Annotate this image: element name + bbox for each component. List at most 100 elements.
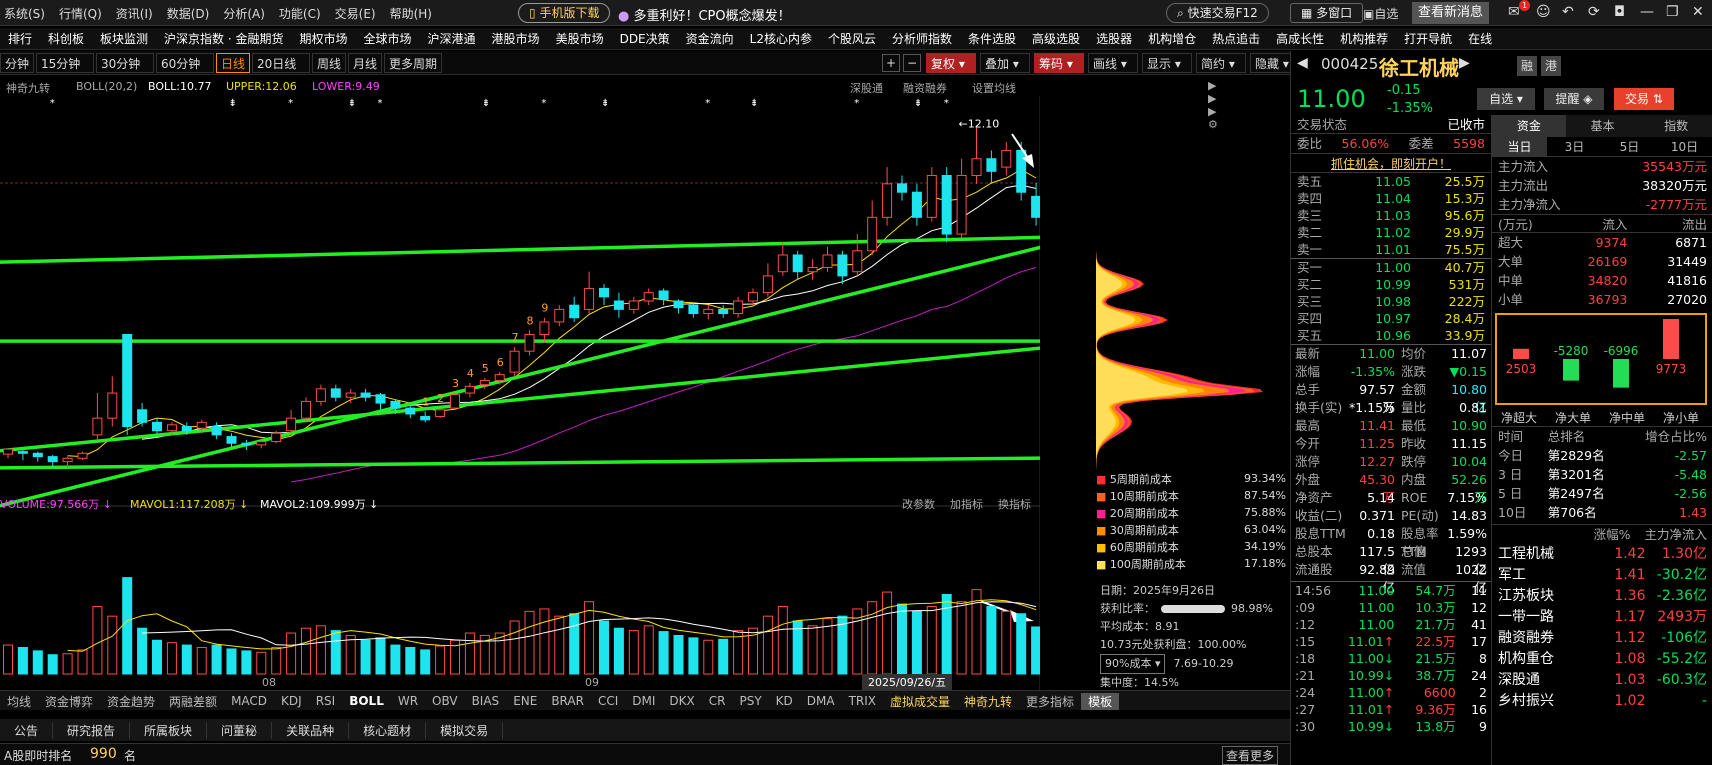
info-tab-5[interactable]: 核心题材 — [349, 721, 427, 739]
play-icon[interactable]: ▶ ▶ ▶ ⚙ — [1208, 79, 1218, 131]
menu-item-2[interactable]: 资讯(I) — [116, 5, 153, 22]
indicator-tab-20[interactable]: TRIX — [842, 694, 883, 708]
nav-item-10[interactable]: 资金流向 — [678, 28, 742, 50]
minimize-icon[interactable]: — — [1640, 4, 1654, 20]
period-tab-2[interactable]: 30分钟 — [96, 53, 154, 73]
sector-row[interactable]: 江苏板块 1.36 -2.36亿 — [1492, 586, 1712, 607]
buy-level[interactable]: 买五 10.96 33.9万 — [1291, 327, 1491, 344]
trend-line-3[interactable] — [0, 230, 1040, 519]
sector-row[interactable]: 工程机械 1.42 1.30亿 — [1492, 544, 1712, 565]
sector-row[interactable]: 军工 1.41 -30.2亿 — [1492, 565, 1712, 586]
next-icon[interactable]: ▶ — [1459, 55, 1470, 71]
indicator-tab-2[interactable]: 资金趋势 — [100, 693, 162, 710]
chart-tool-5[interactable]: 简约 ▾ — [1196, 53, 1246, 73]
fund-subtab-1[interactable]: 3日 — [1547, 137, 1602, 157]
link-sz-connect[interactable]: 深股通 — [850, 80, 883, 96]
buy-level[interactable]: 买四 10.97 28.4万 — [1291, 310, 1491, 327]
nav-item-17[interactable]: 机构增仓 — [1140, 28, 1204, 50]
indicator-tab-6[interactable]: RSI — [309, 694, 343, 708]
refresh-icon[interactable]: ⟳ — [1588, 4, 1600, 20]
period-tab-0[interactable]: 分钟 — [0, 53, 34, 73]
fund-tab-1[interactable]: 基本 — [1566, 115, 1640, 137]
indicator-tab-19[interactable]: DMA — [800, 694, 842, 708]
period-tab-5[interactable]: 20日线 — [252, 53, 310, 73]
nav-item-21[interactable]: 打开导航 — [1396, 28, 1460, 50]
indicator-tab-12[interactable]: BRAR — [544, 694, 591, 708]
sector-row[interactable]: 融资融券 1.12 -106亿 — [1492, 628, 1712, 649]
nav-item-3[interactable]: 沪深京指数 · 金融期货 — [156, 28, 291, 50]
sector-row[interactable]: 深股通 1.03 -60.3亿 — [1492, 670, 1712, 691]
info-tab-6[interactable]: 模拟交易 — [426, 721, 504, 739]
indicator-tab-9[interactable]: OBV — [425, 694, 465, 708]
fund-tab-2[interactable]: 指数 — [1639, 115, 1712, 137]
nav-item-12[interactable]: 个股风云 — [820, 28, 884, 50]
indicator-tab-21[interactable]: 虚拟成交量 — [883, 693, 957, 710]
menu-item-4[interactable]: 分析(A) — [223, 5, 265, 22]
nav-item-5[interactable]: 全球市场 — [356, 28, 420, 50]
sector-row[interactable]: 机构重仓 1.08 -55.2亿 — [1492, 649, 1712, 670]
indicator-tab-4[interactable]: MACD — [224, 694, 274, 708]
indicator-tab-5[interactable]: KDJ — [274, 694, 309, 708]
menu-item-0[interactable]: 系统(S) — [4, 5, 45, 22]
nav-item-15[interactable]: 高级选股 — [1024, 28, 1088, 50]
indicator-tab-3[interactable]: 两融差额 — [162, 693, 224, 710]
indicator-tab-10[interactable]: BIAS — [465, 694, 507, 708]
indicator-tab-11[interactable]: ENE — [506, 694, 544, 708]
indicator-tab-16[interactable]: CR — [702, 694, 733, 708]
open-account-link[interactable]: 抓住机会，即刻开户！ — [1291, 153, 1491, 173]
link-ma-setting[interactable]: 设置均线 — [972, 80, 1016, 96]
indicator-tab-0[interactable]: 均线 — [0, 693, 38, 710]
indicator-tab-15[interactable]: DKX — [662, 694, 701, 708]
restore-icon[interactable]: ❐ — [1666, 4, 1679, 20]
buy-level[interactable]: 买二 10.99 531万 — [1291, 276, 1491, 293]
sell-level[interactable]: 卖三 11.03 95.6万 — [1291, 207, 1491, 224]
add-watchlist-button[interactable]: 自选 ▾ — [1477, 88, 1535, 110]
add-icon[interactable]: + — [882, 54, 900, 72]
nav-item-11[interactable]: L2核心内参 — [742, 28, 820, 50]
menu-item-3[interactable]: 数据(D) — [167, 5, 210, 22]
period-tab-1[interactable]: 15分钟 — [36, 53, 94, 73]
period-tab-4[interactable]: 日线 — [216, 53, 250, 73]
mail-icon[interactable]: ✉ — [1508, 4, 1520, 20]
nav-item-7[interactable]: 港股市场 — [484, 28, 548, 50]
promo-banner[interactable]: ● 多重利好！CPO概念爆发！ — [618, 5, 791, 24]
trade-button[interactable]: 交易 ⇅ — [1614, 88, 1674, 110]
nav-item-6[interactable]: 沪深港通 — [420, 28, 484, 50]
indicator-tab-24[interactable]: 模板 — [1081, 692, 1120, 710]
alert-button[interactable]: 提醒 ◈ — [1544, 88, 1604, 110]
nav-item-20[interactable]: 机构推荐 — [1332, 28, 1396, 50]
period-tab-8[interactable]: 更多周期 — [384, 53, 442, 73]
volume-op-2[interactable]: 换指标 — [998, 497, 1031, 511]
nav-item-1[interactable]: 科创板 — [40, 28, 92, 50]
info-tab-1[interactable]: 研究报告 — [53, 721, 131, 739]
indicator-tab-22[interactable]: 神奇九转 — [957, 693, 1019, 710]
nav-item-4[interactable]: 期权市场 — [292, 28, 356, 50]
skin-icon[interactable]: ◘ — [1614, 4, 1625, 20]
trend-line-0[interactable] — [0, 235, 1040, 264]
remove-icon[interactable]: − — [903, 54, 921, 72]
nav-item-16[interactable]: 选股器 — [1088, 28, 1140, 50]
indicator-tab-7[interactable]: BOLL — [342, 694, 391, 708]
nav-item-19[interactable]: 高成长性 — [1268, 28, 1332, 50]
nav-item-0[interactable]: 排行 — [0, 28, 40, 50]
info-tab-4[interactable]: 关联品种 — [272, 721, 350, 739]
nav-item-14[interactable]: 条件选股 — [960, 28, 1024, 50]
indicator-tab-17[interactable]: PSY — [732, 694, 768, 708]
menu-item-7[interactable]: 帮助(H) — [390, 5, 432, 22]
chart-tool-1[interactable]: 叠加 ▾ — [980, 53, 1030, 73]
menu-item-5[interactable]: 功能(C) — [279, 5, 321, 22]
cost-select[interactable]: 90%成本 ▾ — [1100, 654, 1166, 674]
sell-level[interactable]: 卖二 11.02 29.9万 — [1291, 224, 1491, 241]
fund-subtab-2[interactable]: 5日 — [1602, 137, 1657, 157]
mobile-download-button[interactable]: ▯ 手机版下载 — [518, 3, 611, 23]
indicator-tab-8[interactable]: WR — [391, 694, 425, 708]
prev-icon[interactable]: ◀ — [1297, 55, 1308, 71]
sell-level[interactable]: 卖四 11.04 15.3万 — [1291, 190, 1491, 207]
fund-subtab-0[interactable]: 当日 — [1492, 136, 1547, 157]
user-icon[interactable]: ☺ — [1536, 4, 1551, 20]
link-margin[interactable]: 融资融券 — [903, 80, 947, 96]
info-tab-2[interactable]: 所属板块 — [130, 721, 208, 739]
buy-level[interactable]: 买一 11.00 40.7万 — [1291, 259, 1491, 276]
period-tab-3[interactable]: 60分钟 — [156, 53, 214, 73]
fund-subtab-3[interactable]: 10日 — [1657, 137, 1712, 157]
